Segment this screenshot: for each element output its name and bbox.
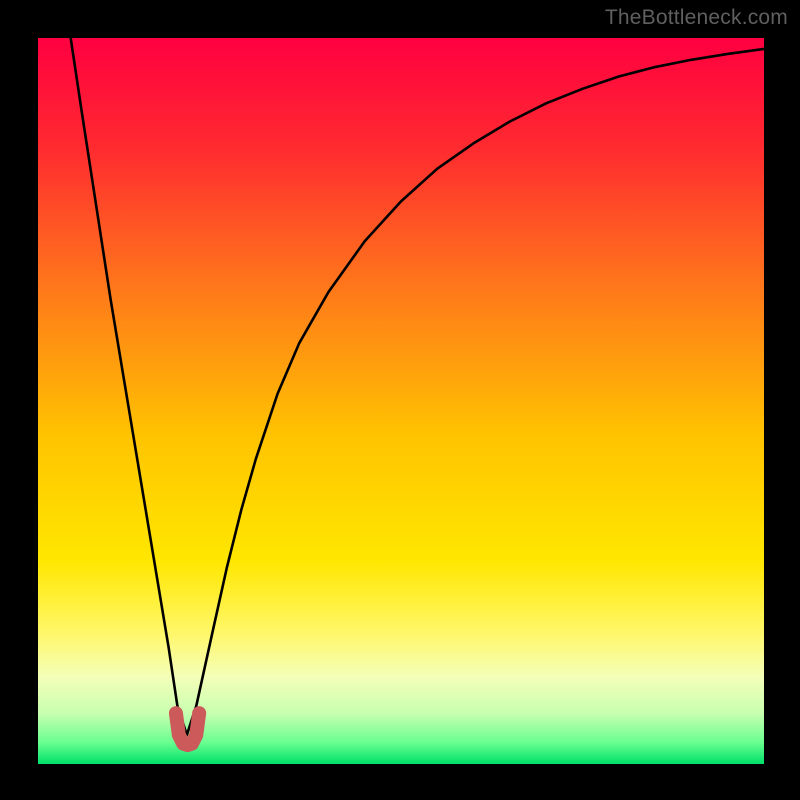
chart-svg (38, 38, 764, 764)
chart-plot-area (38, 38, 764, 764)
watermark-label: TheBottleneck.com (605, 6, 788, 30)
chart-background (38, 38, 764, 764)
chart-frame: TheBottleneck.com (0, 0, 800, 800)
